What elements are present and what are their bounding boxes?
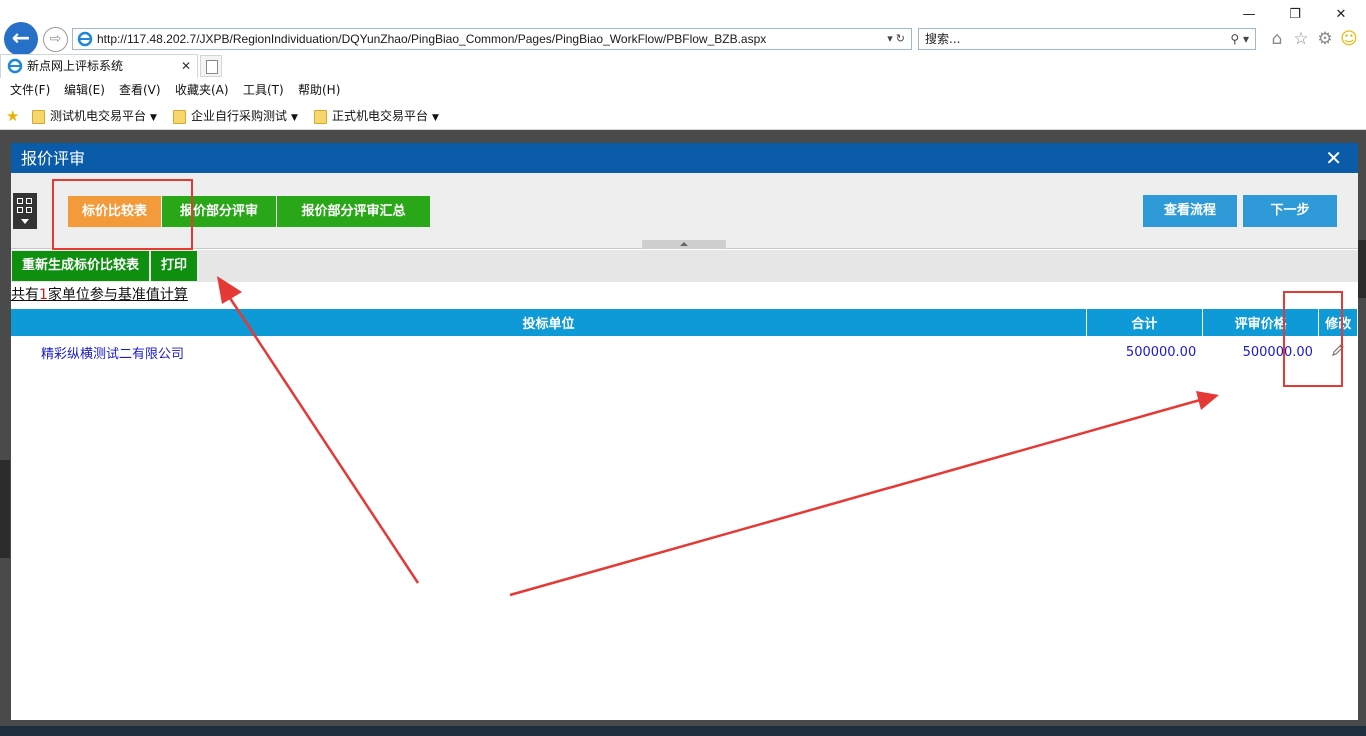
fav-folder-2[interactable]: 企业自行采购测试 ▼ [173,104,298,130]
ie-icon [77,31,93,47]
new-tab-icon[interactable] [200,55,222,77]
close-icon[interactable]: ✕ [1325,143,1342,173]
folder-icon [314,110,327,124]
search-input[interactable]: 搜索... ⚲ ▾ [918,28,1256,50]
action-bar: 重新生成标价比较表 打印 [11,250,1358,282]
folder-icon [32,110,45,124]
favorites-bar: ★ 测试机电交易平台 ▼ 企业自行采购测试 ▼ 正式机电交易平台 ▼ [0,104,1366,128]
regenerate-comparison-button[interactable]: 重新生成标价比较表 [12,251,149,281]
browser-chrome: — ❐ ✕ ← ⇨ http://117.48.202.7/JXPB/Regio… [0,0,1366,130]
chevron-down-icon: ▼ [432,113,439,123]
side-panel-strip [0,460,10,558]
menu-file[interactable]: 文件(F) [10,79,50,101]
annotation-box-edit [1283,291,1343,387]
favorites-star-icon[interactable]: ☆ [1290,28,1312,50]
menu-bar: 文件(F) 编辑(E) 查看(V) 收藏夹(A) 工具(T) 帮助(H) [0,79,1366,101]
chevron-down-icon: ▼ [291,113,298,123]
menu-favorites[interactable]: 收藏夹(A) [175,79,229,101]
bid-table: 投标单位 合计 评审价格 修改 精彩纵横测试二有限公司 500000.00 50… [11,309,1358,368]
home-icon[interactable]: ⌂ [1266,28,1288,50]
col-header-total: 合计 [1086,309,1203,336]
restore-icon[interactable]: ❐ [1272,4,1318,26]
print-button[interactable]: 打印 [151,251,197,281]
taskbar [0,726,1366,736]
browser-tab[interactable]: 新点网上评标系统 ✕ [0,54,198,78]
tab-price-review-summary[interactable]: 报价部分评审汇总 [277,196,430,227]
favorites-add-icon[interactable]: ★ [6,104,19,128]
forward-icon[interactable]: ⇨ [43,27,68,52]
grid-menu-icon[interactable] [13,193,37,229]
search-icon[interactable]: ⚲ ▾ [1230,29,1249,49]
menu-tools[interactable]: 工具(T) [243,79,284,101]
close-window-icon[interactable]: ✕ [1318,4,1364,26]
fav-folder-1[interactable]: 测试机电交易平台 ▼ [32,104,157,130]
search-placeholder: 搜索... [925,32,961,46]
menu-view[interactable]: 查看(V) [119,79,161,101]
folder-icon [173,110,186,124]
annotation-box-tab [52,179,193,250]
minimize-icon[interactable]: — [1226,4,1272,26]
total-value: 500000.00 [1125,344,1197,360]
menu-help[interactable]: 帮助(H) [298,79,340,101]
url-text: http://117.48.202.7/JXPB/RegionIndividua… [97,32,767,46]
dialog-title: 报价评审 [21,149,86,168]
table-row: 精彩纵横测试二有限公司 500000.00 500000.00 [11,336,1358,368]
tab-toolbar: 标价比较表 报价部分评审 报价部分评审汇总 查看流程 下一步 [11,173,1358,249]
next-step-button[interactable]: 下一步 [1243,195,1337,227]
participant-count: 1 [39,287,48,303]
view-workflow-button[interactable]: 查看流程 [1143,195,1237,227]
ie-icon [7,58,23,74]
fav-folder-3[interactable]: 正式机电交易平台 ▼ [314,104,439,130]
address-bar[interactable]: http://117.48.202.7/JXPB/RegionIndividua… [72,28,912,50]
smiley-icon[interactable]: ☺ [1338,28,1360,50]
price-review-dialog: 报价评审 ✕ 标价比较表 报价部分评审 报价部分评审汇总 查看流程 下一步 重新… [11,143,1358,720]
col-header-bidder: 投标单位 [11,309,1088,336]
participation-summary: 共有1家单位参与基准值计算 [11,287,188,303]
menu-edit[interactable]: 编辑(E) [64,79,105,101]
tab-title: 新点网上评标系统 [27,59,124,73]
bidder-name: 精彩纵横测试二有限公司 [41,346,185,362]
refresh-icon[interactable]: ▾ ↻ [887,29,905,49]
chevron-down-icon: ▼ [150,113,157,123]
table-header-row: 投标单位 合计 评审价格 修改 [11,309,1358,336]
dialog-title-bar: 报价评审 ✕ [11,143,1358,173]
back-icon[interactable]: ← [4,22,38,56]
tab-close-icon[interactable]: ✕ [181,55,191,77]
collapse-toolbar-handle[interactable] [642,240,726,249]
gear-icon[interactable]: ⚙ [1314,28,1336,50]
